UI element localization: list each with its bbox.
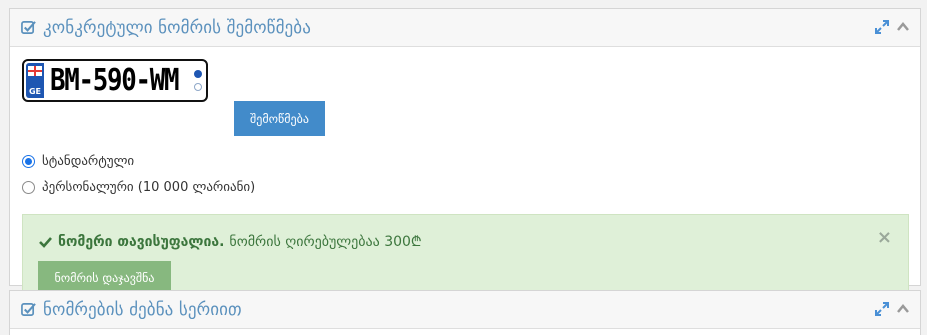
radio-button[interactable] <box>22 181 35 194</box>
plate-dot-icon <box>194 70 202 78</box>
radio-label: პერსონალური (10 000 ლარიანი) <box>42 180 256 195</box>
radio-button[interactable] <box>22 155 35 168</box>
license-plate: GE BM-590-WM <box>22 59 208 102</box>
expand-icon[interactable] <box>875 20 889 34</box>
alert-bold-text: ნომერი თავისუფალია. <box>58 233 225 250</box>
expand-icon[interactable] <box>875 302 889 316</box>
radio-option-personal[interactable]: პერსონალური (10 000 ლარიანი) <box>22 180 255 195</box>
chevron-up-icon[interactable] <box>896 302 910 316</box>
radio-label: სტანდარტული <box>42 154 135 169</box>
check-square-icon <box>21 21 36 34</box>
plate-dot-icon <box>194 83 202 91</box>
alert-text: ნომრის ღირებულებაა 300₾ <box>229 234 422 250</box>
plate-country-strip: GE <box>26 63 44 98</box>
radio-option-standard[interactable]: სტანდარტული <box>22 154 134 169</box>
alert-message: ნომერი თავისუფალია. ნომრის ღირებულებაა 3… <box>39 232 422 251</box>
panel-title: კონკრეტული ნომრის შემოწმება <box>43 17 311 38</box>
plate-number: BM-590-WM <box>50 63 179 98</box>
panel-header: ნომრების ძებნა სერიით <box>10 291 920 329</box>
panel-header: კონკრეტული ნომრის შემოწმება <box>10 9 920 47</box>
search-by-series-panel: ნომრების ძებნა სერიით <box>9 290 921 335</box>
check-square-icon <box>21 303 36 316</box>
chevron-up-icon[interactable] <box>896 20 910 34</box>
check-button[interactable]: შემოწმება <box>234 101 325 136</box>
panel-title: ნომრების ძებნა სერიით <box>43 299 242 320</box>
plate-country-code: GE <box>28 87 42 96</box>
close-icon[interactable]: × <box>877 229 892 247</box>
check-number-panel: კონკრეტული ნომრის შემოწმება GE BM-590-WM… <box>9 8 921 311</box>
georgia-flag-icon <box>28 66 42 76</box>
check-icon <box>39 236 52 248</box>
